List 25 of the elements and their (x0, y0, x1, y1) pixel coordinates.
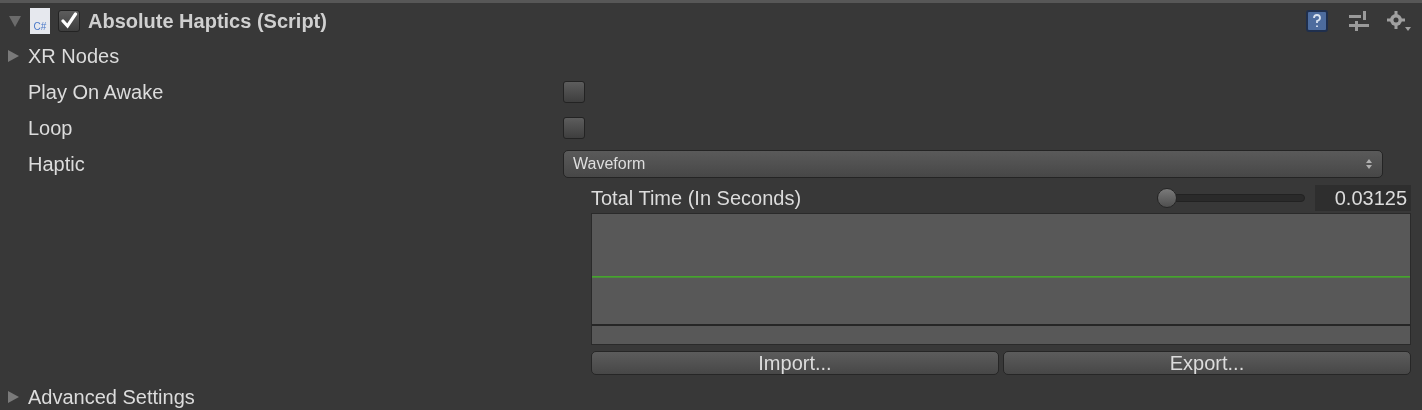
slider-label: Total Time (In Seconds) (591, 185, 803, 211)
foldout-arrow-icon[interactable] (6, 49, 20, 63)
number-field[interactable]: 0.03125 (1315, 184, 1411, 211)
settings-icon[interactable] (1386, 9, 1412, 32)
checkbox[interactable] (58, 9, 80, 32)
dropdown[interactable]: Waveform (563, 150, 1383, 178)
foldout-arrow-icon[interactable] (6, 390, 20, 404)
checkmark-icon (60, 11, 78, 30)
foldout-label[interactable]: Advanced Settings (28, 382, 195, 410)
dropdown-arrows-icon (1365, 158, 1373, 170)
sliders-icon[interactable] (1348, 9, 1370, 32)
field-label: Play On Awake (27, 80, 165, 105)
slider-track[interactable] (1157, 187, 1305, 208)
script-file-label: C# (33, 21, 47, 32)
action-button[interactable]: Import... (591, 351, 999, 375)
checkbox[interactable] (563, 81, 585, 103)
field-label: Loop (27, 116, 74, 141)
help-icon[interactable] (1306, 9, 1328, 32)
foldout-arrow-icon[interactable] (8, 13, 22, 28)
foldout-label[interactable]: XR Nodes (28, 41, 120, 71)
checkbox[interactable] (563, 117, 585, 139)
slider-thumb[interactable] (1157, 187, 1177, 208)
action-button[interactable]: Export... (1003, 351, 1411, 375)
component-title: Absolute Haptics (Script) (88, 8, 327, 34)
field-label: Haptic (27, 152, 86, 177)
